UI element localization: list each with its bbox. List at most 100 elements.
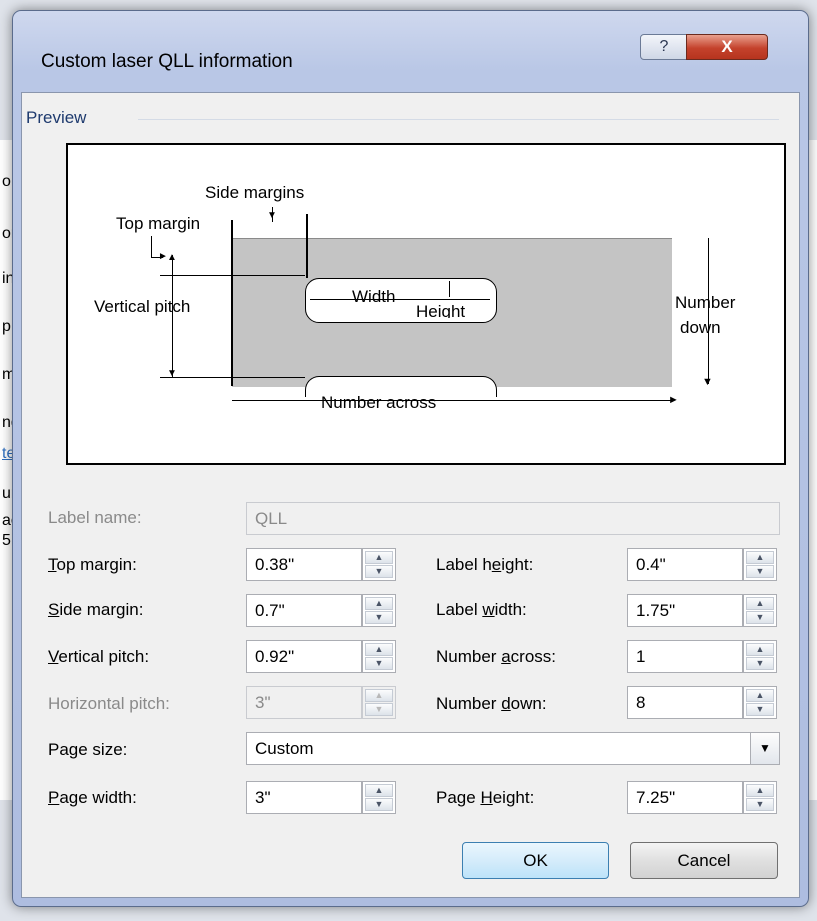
spin-up-icon[interactable]: ▲ bbox=[746, 784, 774, 797]
background-text: o bbox=[2, 173, 11, 190]
horizontal-pitch-field bbox=[246, 686, 362, 719]
diagram-arrowhead: ► bbox=[668, 394, 679, 406]
top-margin-label-text: op margin: bbox=[56, 555, 137, 574]
horizontal-pitch-spinner: ▲ ▼ bbox=[362, 686, 396, 719]
label-height-field[interactable] bbox=[627, 548, 743, 581]
diagram-height-text: Height bbox=[416, 302, 466, 318]
side-margin-field[interactable] bbox=[246, 594, 362, 627]
close-button[interactable]: X bbox=[686, 34, 768, 60]
diagram-number-across-line bbox=[232, 400, 672, 401]
label-height-label-text: Label h bbox=[436, 555, 492, 574]
number-across-label-text: cross: bbox=[510, 647, 556, 666]
label-height-spinner[interactable]: ▲ ▼ bbox=[743, 548, 777, 581]
diagram-line bbox=[306, 214, 308, 278]
number-down-label: Number down: bbox=[436, 694, 547, 714]
vertical-pitch-label-text: ertical pitch: bbox=[58, 647, 150, 666]
spin-up-icon[interactable]: ▲ bbox=[365, 551, 393, 564]
spin-down-icon[interactable]: ▼ bbox=[365, 798, 393, 811]
number-down-accesskey: d bbox=[501, 694, 511, 713]
page-width-spinner[interactable]: ▲ ▼ bbox=[362, 781, 396, 814]
number-down-spinner[interactable]: ▲ ▼ bbox=[743, 686, 777, 719]
chevron-down-icon[interactable]: ▼ bbox=[750, 733, 779, 764]
diagram-line bbox=[172, 255, 173, 377]
number-across-label: Number across: bbox=[436, 647, 556, 667]
page-width-field[interactable] bbox=[246, 781, 362, 814]
close-icon: X bbox=[721, 37, 733, 56]
page-height-label: Page Height: bbox=[436, 788, 534, 808]
ok-button[interactable]: OK bbox=[462, 842, 609, 879]
spin-up-icon[interactable]: ▲ bbox=[746, 551, 774, 564]
spin-down-icon[interactable]: ▼ bbox=[365, 657, 393, 670]
top-margin-spinner[interactable]: ▲ ▼ bbox=[362, 548, 396, 581]
vertical-pitch-accesskey: V bbox=[48, 647, 59, 666]
spin-down-icon[interactable]: ▼ bbox=[746, 611, 774, 624]
page-size-label: Page size: bbox=[48, 740, 128, 759]
diagram-line bbox=[160, 275, 305, 276]
diagram-arrowhead: ▼ bbox=[702, 376, 713, 388]
vertical-pitch-label: Vertical pitch: bbox=[48, 647, 149, 667]
page-width-accesskey: P bbox=[48, 788, 60, 807]
number-across-spinner[interactable]: ▲ ▼ bbox=[743, 640, 777, 673]
diagram-number-down-line bbox=[708, 238, 709, 384]
diagram-width-text: Width bbox=[350, 287, 398, 307]
label-height-accesskey: e bbox=[491, 555, 502, 574]
label-height-label: Label height: bbox=[436, 555, 533, 575]
vertical-pitch-field[interactable] bbox=[246, 640, 362, 673]
diagram-label-shape bbox=[305, 278, 497, 323]
background-text: 5 bbox=[2, 532, 11, 549]
label-width-accesskey: w bbox=[482, 600, 495, 619]
horizontal-pitch-label: Horizontal pitch: bbox=[48, 694, 170, 713]
label-name-label: Label name: bbox=[48, 508, 142, 527]
number-down-label-text: Number bbox=[436, 694, 502, 713]
number-across-field[interactable] bbox=[627, 640, 743, 673]
spin-down-icon[interactable]: ▼ bbox=[365, 565, 393, 578]
page-height-spinner[interactable]: ▲ ▼ bbox=[743, 781, 777, 814]
preview-group-line bbox=[138, 119, 779, 120]
diagram-number-down-text-2: down bbox=[680, 318, 721, 337]
label-width-label-text: idth: bbox=[494, 600, 527, 619]
help-button[interactable]: ? bbox=[640, 34, 688, 60]
page-height-accesskey: H bbox=[480, 788, 493, 807]
top-margin-label: Top margin: bbox=[48, 555, 137, 575]
side-margin-spinner[interactable]: ▲ ▼ bbox=[362, 594, 396, 627]
label-name-field bbox=[246, 502, 780, 535]
diagram-vertical-pitch-text: Vertical pitch bbox=[94, 297, 191, 316]
spin-up-icon[interactable]: ▲ bbox=[365, 784, 393, 797]
label-width-label-text: Label bbox=[436, 600, 483, 619]
label-width-field[interactable] bbox=[627, 594, 743, 627]
number-across-accesskey: a bbox=[501, 647, 511, 666]
number-across-label-text: Number bbox=[436, 647, 502, 666]
diagram-top-margin-text: Top margin bbox=[116, 214, 201, 233]
diagram-line bbox=[160, 377, 305, 378]
preview-section-label: Preview bbox=[26, 108, 87, 127]
spin-down-icon: ▼ bbox=[365, 703, 393, 716]
diagram-arrowhead: ▼ bbox=[267, 210, 277, 221]
spin-down-icon[interactable]: ▼ bbox=[365, 611, 393, 624]
spin-down-icon[interactable]: ▼ bbox=[746, 703, 774, 716]
label-width-spinner[interactable]: ▲ ▼ bbox=[743, 594, 777, 627]
spin-down-icon[interactable]: ▼ bbox=[746, 565, 774, 578]
spin-up-icon[interactable]: ▲ bbox=[746, 597, 774, 610]
background-text: p bbox=[2, 318, 11, 335]
spin-down-icon[interactable]: ▼ bbox=[746, 798, 774, 811]
page-size-select[interactable]: Custom ▼ bbox=[246, 732, 780, 765]
page-height-label-text: Page bbox=[436, 788, 481, 807]
diagram-height-line bbox=[449, 281, 450, 297]
spin-up-icon[interactable]: ▲ bbox=[746, 643, 774, 656]
spin-up-icon[interactable]: ▲ bbox=[365, 597, 393, 610]
page-size-value: Custom bbox=[255, 739, 314, 758]
spin-up-icon[interactable]: ▲ bbox=[746, 689, 774, 702]
spin-up-icon[interactable]: ▲ bbox=[365, 643, 393, 656]
label-width-label: Label width: bbox=[436, 600, 527, 620]
number-down-field[interactable] bbox=[627, 686, 743, 719]
number-down-label-text: own: bbox=[510, 694, 547, 713]
page-width-label: Page width: bbox=[48, 788, 137, 808]
page-height-field[interactable] bbox=[627, 781, 743, 814]
spin-down-icon[interactable]: ▼ bbox=[746, 657, 774, 670]
top-margin-field[interactable] bbox=[246, 548, 362, 581]
cancel-button[interactable]: Cancel bbox=[630, 842, 778, 879]
spin-up-icon: ▲ bbox=[365, 689, 393, 702]
help-icon: ? bbox=[659, 38, 669, 55]
vertical-pitch-spinner[interactable]: ▲ ▼ bbox=[362, 640, 396, 673]
diagram-line bbox=[151, 236, 152, 258]
